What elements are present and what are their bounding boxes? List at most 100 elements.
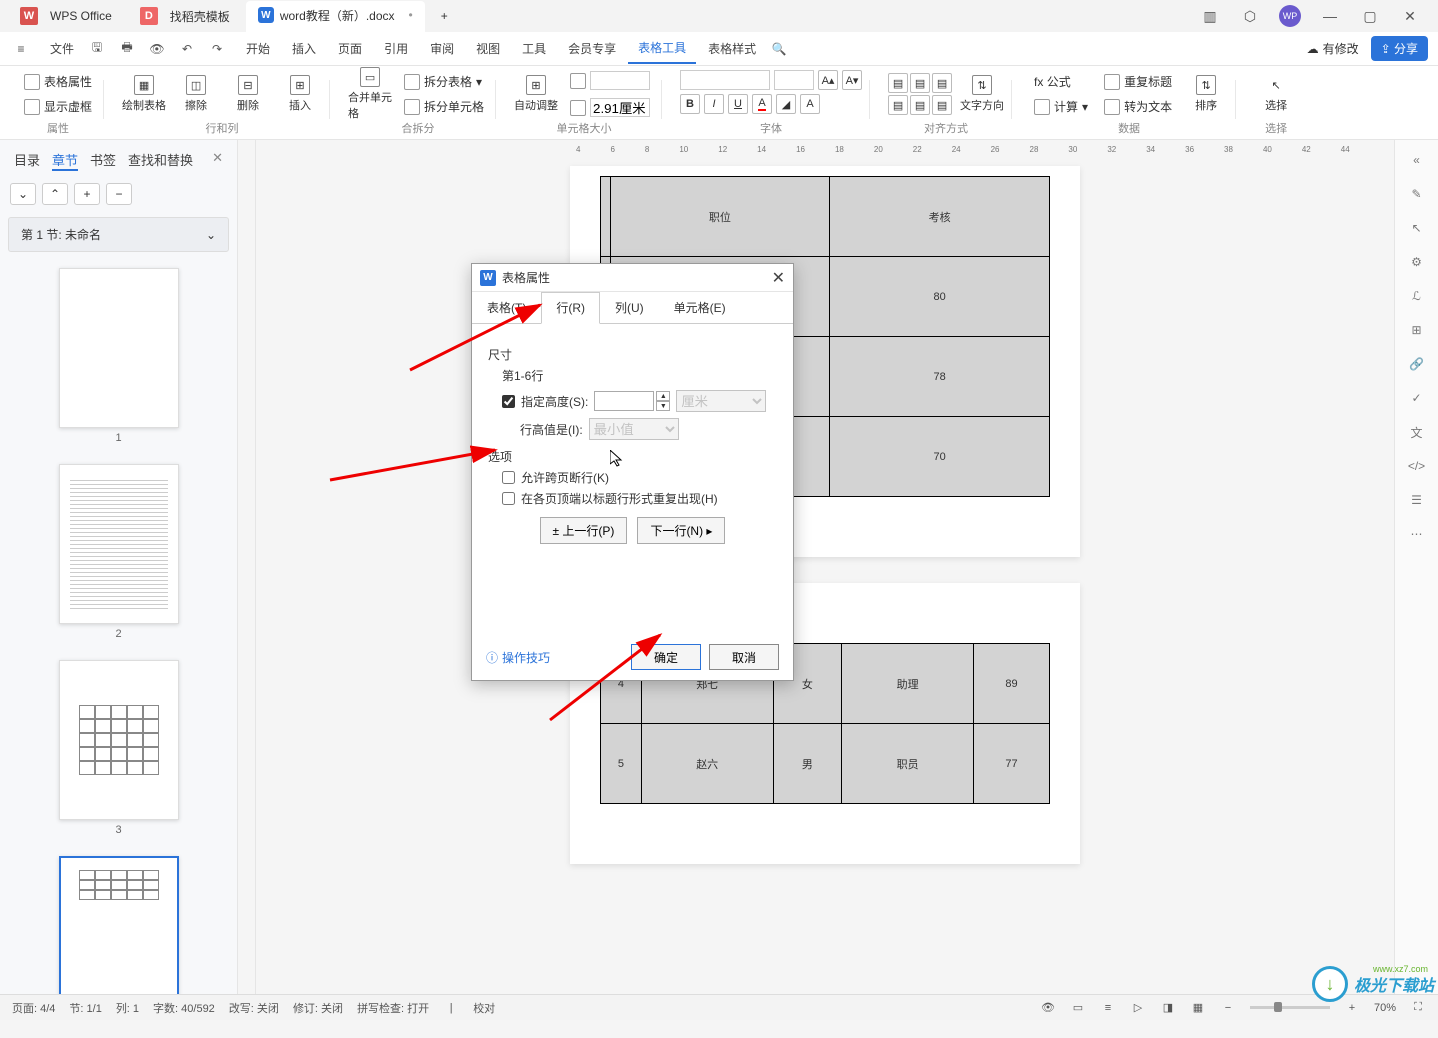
to-text-button[interactable]: 转为文本	[1100, 96, 1176, 117]
save-button[interactable]: 🖫	[86, 38, 108, 60]
menu-start[interactable]: 开始	[236, 34, 280, 63]
text-direction-button[interactable]: ⇅文字方向	[960, 75, 1004, 113]
document-content[interactable]: 468101214161820222426283032343638404244 …	[256, 140, 1394, 994]
draw-table-button[interactable]: ▦绘制表格	[122, 75, 166, 113]
align-mc-button[interactable]: ▤	[910, 95, 930, 115]
tips-link[interactable]: ⓘ操作技巧	[486, 649, 550, 666]
height-input[interactable]	[594, 391, 654, 411]
split-table-button[interactable]: 拆分表格 ▾	[400, 71, 488, 92]
print-button[interactable]: 🖶	[116, 38, 138, 60]
allow-break-checkbox[interactable]	[502, 471, 515, 484]
add-tab-button[interactable]: +	[429, 3, 460, 29]
close-window-button[interactable]: ✕	[1390, 2, 1430, 30]
zoom-slider[interactable]	[1250, 1006, 1330, 1009]
sidebar-remove-button[interactable]: −	[106, 183, 132, 205]
dialog-close-button[interactable]: ✕	[772, 268, 785, 288]
align-tc-button[interactable]: ▤	[910, 73, 930, 93]
thumbnail-2[interactable]: 2	[59, 464, 179, 640]
rail-style-icon[interactable]: ℒ	[1407, 286, 1427, 306]
prev-row-button[interactable]: ± 上一行(P)	[540, 517, 628, 544]
menu-page[interactable]: 页面	[328, 34, 372, 63]
status-track[interactable]: 改写: 关闭	[229, 1000, 279, 1016]
table-properties-button[interactable]: 表格属性	[20, 71, 96, 92]
auto-adjust-button[interactable]: ⊞自动调整	[514, 75, 558, 113]
redo-button[interactable]: ↷	[206, 38, 228, 60]
status-section[interactable]: 节: 1/1	[69, 1000, 101, 1016]
menu-table-tools[interactable]: 表格工具	[628, 33, 696, 64]
rail-bookmark-icon[interactable]: ⊞	[1407, 320, 1427, 340]
document-tab[interactable]: W word教程（新）.docx •	[246, 1, 425, 32]
sidebar-close-button[interactable]: ✕	[212, 150, 223, 171]
next-row-button[interactable]: 下一行(N) ▸	[637, 517, 725, 544]
sidebar-tab-chapters[interactable]: 章节	[52, 150, 78, 171]
height-spin-down[interactable]: ▼	[656, 401, 670, 411]
align-tr-button[interactable]: ▤	[932, 73, 952, 93]
dialog-tab-row[interactable]: 行(R)	[541, 292, 600, 324]
font-inc-button[interactable]: A▴	[818, 70, 838, 90]
view-eye-button[interactable]: 👁	[1040, 1000, 1056, 1016]
minimize-button[interactable]: —	[1310, 2, 1350, 30]
window-cube-button[interactable]: ⬡	[1230, 2, 1270, 30]
effects-button[interactable]: A	[800, 94, 820, 114]
font-dec-button[interactable]: A▾	[842, 70, 862, 90]
status-spell[interactable]: 拼写检查: 打开	[357, 1000, 429, 1016]
cancel-button[interactable]: 取消	[709, 644, 779, 670]
align-ml-button[interactable]: ▤	[888, 95, 908, 115]
merge-cells-button[interactable]: ▭合并单元格	[348, 67, 392, 121]
undo-button[interactable]: ↶	[176, 38, 198, 60]
highlight-button[interactable]: ◢	[776, 94, 796, 114]
underline-button[interactable]: U	[728, 94, 748, 114]
template-tab[interactable]: D 找稻壳模板	[128, 1, 242, 31]
align-tl-button[interactable]: ▤	[888, 73, 908, 93]
dialog-tab-table[interactable]: 表格(T)	[472, 292, 541, 323]
rail-settings-icon[interactable]: ⚙	[1407, 252, 1427, 272]
vertical-ruler[interactable]	[238, 140, 256, 994]
menu-view[interactable]: 视图	[466, 34, 510, 63]
view-outline-button[interactable]: ◨	[1160, 1000, 1176, 1016]
rail-more-icon[interactable]: ⋯	[1407, 524, 1427, 544]
view-layout-button[interactable]: ≡	[1100, 1000, 1116, 1016]
menu-tools[interactable]: 工具	[512, 34, 556, 63]
spec-height-checkbox[interactable]	[502, 395, 515, 408]
print-preview-button[interactable]: 👁	[146, 38, 168, 60]
rail-collapse-button[interactable]: «	[1407, 150, 1427, 170]
thumbnail-1[interactable]: 1	[59, 268, 179, 444]
rail-list-icon[interactable]: ☰	[1407, 490, 1427, 510]
font-size-input[interactable]	[774, 70, 814, 90]
sidebar-collapse-button[interactable]: ⌄	[10, 183, 36, 205]
view-grid-button[interactable]: ▦	[1190, 1000, 1206, 1016]
split-cells-button[interactable]: 拆分单元格	[400, 96, 488, 117]
section-selector[interactable]: 第 1 节: 未命名 ⌄	[8, 217, 229, 252]
status-col[interactable]: 列: 1	[116, 1000, 139, 1016]
rail-select-icon[interactable]: ↖	[1407, 218, 1427, 238]
rail-check-icon[interactable]: ✓	[1407, 388, 1427, 408]
sidebar-tab-toc[interactable]: 目录	[14, 150, 40, 171]
align-mr-button[interactable]: ▤	[932, 95, 952, 115]
delete-button[interactable]: ⊟删除	[226, 75, 270, 113]
dialog-tab-cell[interactable]: 单元格(E)	[659, 292, 741, 323]
repeat-header-checkbox[interactable]	[502, 492, 515, 505]
rail-link-icon[interactable]: 🔗	[1407, 354, 1427, 374]
erase-button[interactable]: ◫擦除	[174, 75, 218, 113]
insert-button[interactable]: ⊞插入	[278, 75, 322, 113]
sidebar-tab-find[interactable]: 查找和替换	[128, 150, 193, 171]
rail-pen-icon[interactable]: ✎	[1407, 184, 1427, 204]
menu-insert[interactable]: 插入	[282, 34, 326, 63]
bold-button[interactable]: B	[680, 94, 700, 114]
repeat-header-button[interactable]: 重复标题	[1100, 71, 1176, 92]
status-page[interactable]: 页面: 4/4	[12, 1000, 55, 1016]
dialog-tab-column[interactable]: 列(U)	[600, 292, 659, 323]
sort-button[interactable]: ⇅排序	[1184, 75, 1228, 113]
select-button[interactable]: ↖选择	[1254, 75, 1298, 113]
share-button[interactable]: ⇪ 分享	[1371, 36, 1428, 61]
changes-indicator[interactable]: ☁有修改	[1307, 40, 1359, 57]
window-layout-button[interactable]: ▥	[1190, 2, 1230, 30]
maximize-button[interactable]: ▢	[1350, 2, 1390, 30]
file-menu[interactable]: 文件	[40, 34, 84, 63]
menu-review[interactable]: 审阅	[420, 34, 464, 63]
menu-member[interactable]: 会员专享	[558, 34, 626, 63]
height-spin-up[interactable]: ▲	[656, 391, 670, 401]
italic-button[interactable]: I	[704, 94, 724, 114]
view-read-button[interactable]: ▭	[1070, 1000, 1086, 1016]
sidebar-expand-button[interactable]: ⌃	[42, 183, 68, 205]
